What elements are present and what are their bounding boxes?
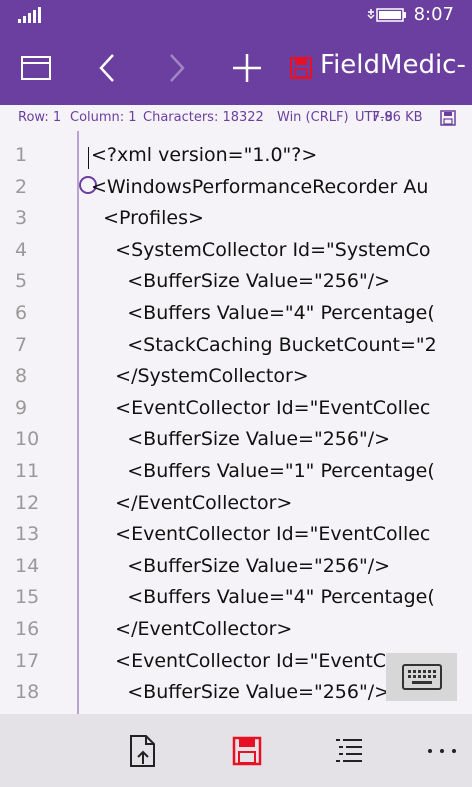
list-icon <box>336 738 362 762</box>
code-line[interactable]: </EventCollector> <box>91 618 292 640</box>
code-line[interactable]: <BufferSize Value="256"/> <box>91 681 390 703</box>
open-file-button[interactable] <box>113 714 173 787</box>
code-line[interactable]: </EventCollector> <box>91 492 292 514</box>
line-number: 11 <box>15 460 40 482</box>
save-button[interactable] <box>217 714 277 787</box>
line-number: 18 <box>15 681 40 704</box>
save-icon <box>232 736 262 765</box>
code-line[interactable]: <?xml version="1.0"?> <box>91 144 317 166</box>
line-number: 12 <box>15 491 40 514</box>
chevron-left-icon <box>99 53 114 82</box>
code-line[interactable]: <EventCollector Id="EventCollec <box>91 523 430 545</box>
line-number: 9 <box>15 396 28 419</box>
column-indicator: Column: 1 <box>70 110 137 125</box>
open-file-icon <box>130 734 155 767</box>
code-line[interactable]: <BufferSize Value="256"/> <box>91 555 390 577</box>
code-line[interactable]: <BufferSize Value="256"/> <box>91 428 390 450</box>
code-line[interactable]: <StackCaching BucketCount="2 <box>91 334 437 356</box>
unsaved-save-icon <box>290 57 312 79</box>
line-number: 4 <box>15 238 28 261</box>
save-status-icon <box>440 110 456 126</box>
outline-button[interactable] <box>319 714 379 787</box>
line-number: 15 <box>15 586 40 609</box>
more-icon <box>428 748 456 753</box>
line-number: 14 <box>15 554 40 577</box>
line-ending[interactable]: Win (CRLF) <box>277 110 349 125</box>
keyboard-icon <box>401 664 442 690</box>
document-tab-title[interactable]: FieldMedic- <box>320 50 466 80</box>
chevron-right-icon <box>170 53 185 82</box>
code-line[interactable]: <Buffers Value="1" Percentage( <box>91 460 435 482</box>
app-toolbar: FieldMedic- <box>0 30 472 105</box>
status-bar: 8:07 <box>0 0 472 30</box>
code-line[interactable]: <BufferSize Value="256"/> <box>91 270 390 292</box>
file-size: 7.96 KB <box>372 110 423 125</box>
line-number: 2 <box>15 175 28 198</box>
line-number: 13 <box>15 523 40 546</box>
row-indicator: Row: 1 <box>18 110 62 125</box>
character-count: Characters: 18322 <box>143 110 264 125</box>
code-line[interactable]: </SystemCollector> <box>91 365 309 387</box>
document-info-bar: Row: 1 Column: 1 Characters: 18322 Win (… <box>0 105 472 131</box>
line-number: 8 <box>15 365 28 388</box>
code-line[interactable]: <Buffers Value="4" Percentage( <box>91 302 435 324</box>
code-line[interactable]: <Buffers Value="4" Percentage( <box>91 586 435 608</box>
signal-icon <box>18 7 42 23</box>
code-line[interactable]: <EventCollector Id="EventCollec <box>91 650 430 672</box>
forward-button[interactable] <box>142 30 212 105</box>
code-line[interactable]: <WindowsPerformanceRecorder Au <box>91 176 428 198</box>
line-number: 6 <box>15 302 28 324</box>
plus-icon <box>233 53 261 82</box>
code-line[interactable]: <EventCollector Id="EventCollec <box>91 397 430 419</box>
back-button[interactable] <box>72 30 142 105</box>
battery-charging-icon <box>367 8 406 22</box>
code-editor[interactable]: 1 <?xml version="1.0"?> 2 <WindowsPerforman… <box>0 131 472 714</box>
tabs-button[interactable] <box>0 30 72 105</box>
line-number: 16 <box>15 618 40 640</box>
line-number: 1 <box>15 144 28 166</box>
code-line[interactable]: <Profiles> <box>91 207 204 229</box>
line-number: 10 <box>15 428 40 451</box>
text-cursor <box>88 147 89 169</box>
code-line[interactable]: <SystemCollector Id="SystemCo <box>91 239 430 261</box>
line-number: 17 <box>15 649 40 672</box>
line-number: 5 <box>15 270 28 293</box>
more-button[interactable] <box>412 714 472 787</box>
new-tab-button[interactable] <box>212 30 282 105</box>
gutter-divider <box>77 131 79 714</box>
clock: 8:07 <box>413 4 454 25</box>
app-bar <box>0 714 472 787</box>
window-icon <box>21 55 51 80</box>
line-number: 7 <box>15 333 28 356</box>
keyboard-toggle-button[interactable] <box>386 653 457 701</box>
line-number: 3 <box>15 207 28 230</box>
